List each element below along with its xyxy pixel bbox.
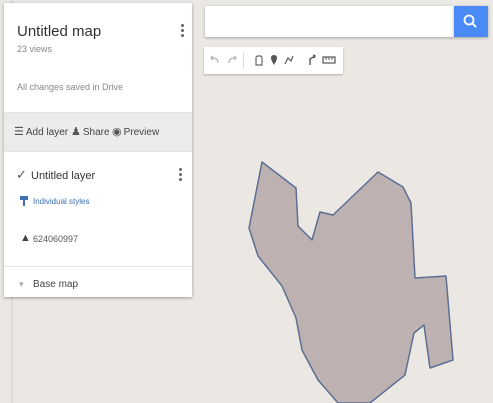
share-icon: ♟	[71, 126, 81, 138]
base-map-label[interactable]: Base map	[33, 279, 78, 290]
drawing-toolbar	[204, 47, 343, 74]
search-button[interactable]	[454, 6, 488, 37]
ruler-icon[interactable]	[322, 52, 336, 68]
directions-icon[interactable]	[305, 52, 319, 68]
base-map-expand-icon[interactable]: ▾	[19, 279, 24, 290]
layer-checkbox-icon[interactable]: ✓	[16, 167, 27, 183]
redo-icon[interactable]	[225, 52, 239, 68]
add-layer-icon: ☰	[14, 126, 24, 138]
preview-label: Preview	[123, 127, 160, 138]
panel-divider	[4, 266, 192, 267]
toolbar-divider	[243, 52, 244, 69]
search-icon	[463, 14, 477, 28]
feature-label[interactable]: 624060997	[33, 234, 78, 244]
layer-options-kebab-icon[interactable]	[175, 166, 185, 184]
paint-roller-icon	[20, 196, 28, 206]
share-label: Share	[82, 127, 110, 138]
marker-icon[interactable]	[267, 52, 281, 68]
preview-button[interactable]: ◉ Preview	[112, 125, 159, 138]
draw-line-icon[interactable]	[282, 52, 296, 68]
map-panel: Untitled map 23 views All changes saved …	[4, 3, 192, 297]
map-options-kebab-icon[interactable]	[177, 22, 187, 40]
search-input[interactable]	[205, 6, 454, 37]
individual-styles-link[interactable]: Individual styles	[33, 197, 89, 206]
save-status: All changes saved in Drive	[17, 82, 124, 92]
map-title[interactable]: Untitled map	[17, 23, 101, 40]
preview-icon: ◉	[112, 126, 122, 138]
panel-actions-bar: ☰ Add layer ♟ Share ◉ Preview	[4, 112, 192, 152]
add-layer-button[interactable]: ☰ Add layer	[14, 125, 68, 138]
feature-shape-icon: ▲	[20, 232, 31, 244]
add-layer-label: Add layer	[25, 127, 69, 138]
view-count: 23 views	[17, 44, 53, 54]
hand-icon[interactable]	[252, 52, 266, 68]
layer-title[interactable]: Untitled layer	[31, 170, 95, 182]
undo-icon[interactable]	[208, 52, 222, 68]
share-button[interactable]: ♟ Share	[71, 125, 110, 138]
